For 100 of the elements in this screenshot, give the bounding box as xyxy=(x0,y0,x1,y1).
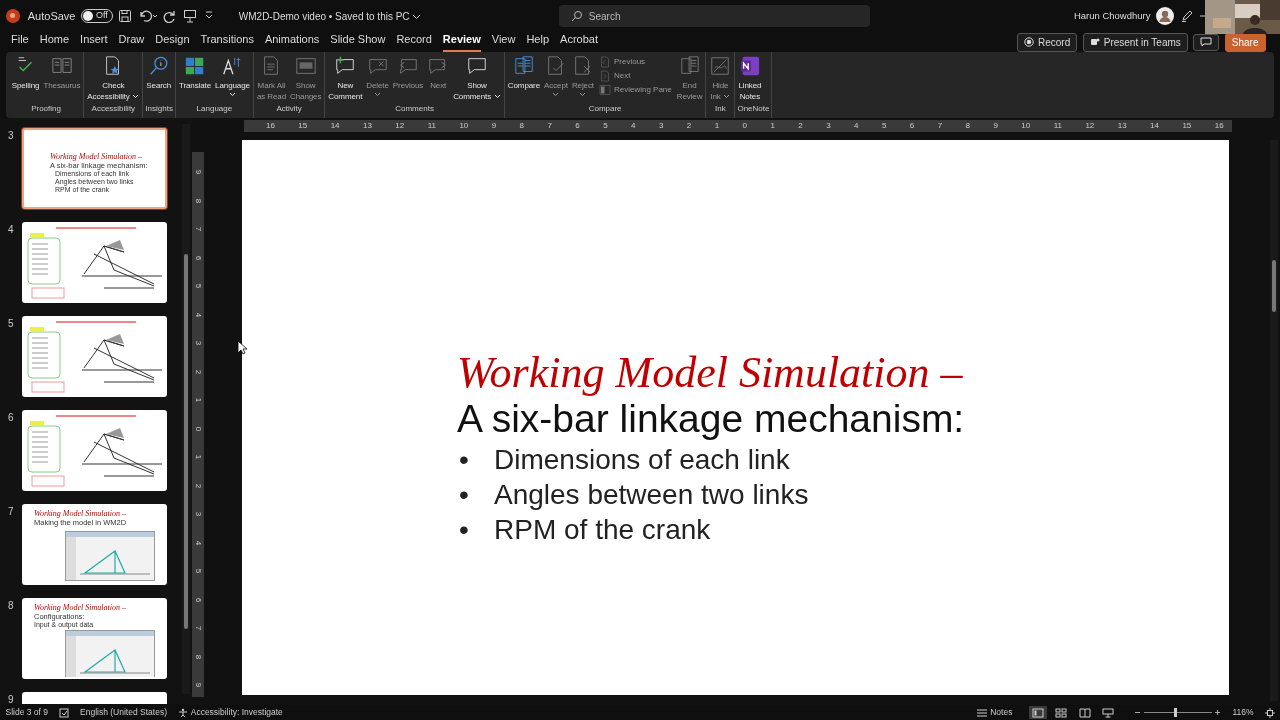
group-label: Accessibility xyxy=(90,103,137,115)
slide-sorter-icon xyxy=(1055,707,1068,718)
ruler-number: 5 xyxy=(194,568,202,574)
previous-change-icon xyxy=(598,56,611,68)
menu-tab[interactable]: Draw xyxy=(118,30,145,52)
autosave-toggle[interactable]: Off xyxy=(80,9,113,23)
ruler-number: 14 xyxy=(330,120,340,132)
ruler-number: 8 xyxy=(194,654,202,659)
redo-icon[interactable] xyxy=(163,9,178,23)
ribbon-button[interactable]: Spelling xyxy=(10,55,41,92)
ruler-number: 2 xyxy=(798,120,803,132)
fit-slide-icon[interactable] xyxy=(1264,707,1275,718)
ruler-number: 15 xyxy=(1182,120,1192,132)
ruler-number: 12 xyxy=(395,120,405,132)
scrollbar[interactable] xyxy=(1270,140,1278,701)
new-comment-icon xyxy=(334,55,357,77)
ribbon-button[interactable]: Search xyxy=(145,55,173,92)
ruler-number: 13 xyxy=(363,120,372,132)
menu-tab[interactable]: Slide Show xyxy=(330,30,386,52)
ruler-number: 7 xyxy=(547,120,552,132)
ruler-number: 4 xyxy=(194,540,202,545)
menu-tab[interactable]: Design xyxy=(155,30,190,52)
app-logo-icon xyxy=(5,9,20,23)
menu-tab[interactable]: Home xyxy=(39,30,70,52)
ruler-number: 6 xyxy=(194,597,202,602)
notes-icon xyxy=(977,708,988,717)
menu-tab[interactable]: Record xyxy=(396,30,432,52)
menu-tab[interactable]: Transitions xyxy=(200,30,254,52)
bullet-mark: • xyxy=(458,513,470,547)
group-label: Ink xyxy=(714,103,727,115)
menu-tab[interactable]: Animations xyxy=(264,30,320,52)
ribbon-button[interactable]: Linked Notes xyxy=(737,55,763,102)
ruler-number: 13 xyxy=(1117,120,1127,132)
avatar-icon[interactable] xyxy=(1156,7,1174,25)
menu-tab[interactable]: Help xyxy=(526,30,550,52)
pen-icon[interactable] xyxy=(1179,9,1194,23)
end-review-icon xyxy=(678,55,701,77)
ruler-number: 8 xyxy=(194,198,202,203)
thumbnail-title: Working Model Simulation – xyxy=(50,152,143,161)
user-name: Harun Chowdhury xyxy=(1073,8,1151,23)
slide-number: 8 xyxy=(8,599,15,613)
slide-subtitle: A six-bar linkage mechanism: xyxy=(457,396,966,442)
ribbon-button[interactable]: Language xyxy=(214,55,251,97)
minus-icon[interactable] xyxy=(1133,709,1141,716)
slide-number: 3 xyxy=(8,129,15,143)
ruler-number: 2 xyxy=(194,369,202,374)
ruler-number: 2 xyxy=(194,483,202,488)
slide-counter: Slide 3 of 9 xyxy=(5,706,49,719)
ruler-number: 10 xyxy=(459,120,469,132)
ribbon-button[interactable]: New Comment xyxy=(327,55,364,102)
plus-icon[interactable] xyxy=(1214,709,1222,716)
search-field[interactable]: Search xyxy=(558,5,870,27)
group-label: Proofing xyxy=(30,103,62,115)
reviewing-pane-icon xyxy=(598,84,611,96)
comments-button[interactable] xyxy=(1193,33,1220,51)
menu-tab[interactable]: File xyxy=(11,30,29,52)
record-button[interactable]: Record xyxy=(1017,32,1078,52)
next-change-icon xyxy=(598,70,611,82)
ribbon-button[interactable]: Compare xyxy=(506,55,541,92)
presentation-icon[interactable] xyxy=(182,9,197,23)
ruler-number: 3 xyxy=(826,120,831,132)
teams-icon xyxy=(1089,37,1100,47)
bullet-text: RPM of the crank xyxy=(494,513,711,547)
ruler-number: 4 xyxy=(194,312,202,317)
slide-number: 5 xyxy=(8,317,15,331)
present-in-teams-button[interactable]: Present in Teams xyxy=(1082,32,1188,52)
view-button[interactable] xyxy=(1028,706,1047,719)
menu-tab[interactable]: View xyxy=(491,30,516,52)
ruler-number: 11 xyxy=(1053,120,1062,132)
ruler-number: 16 xyxy=(266,120,275,132)
menu-tab[interactable]: Insert xyxy=(80,30,108,52)
ribbon-button[interactable]: Translate xyxy=(177,55,213,92)
group-label: Compare xyxy=(587,103,623,115)
ribbon-button[interactable]: Show Comments xyxy=(452,55,502,102)
slider-thumb[interactable] xyxy=(1174,708,1178,717)
ruler-number: 5 xyxy=(603,120,608,132)
ink-icon xyxy=(709,55,732,77)
menu-tab[interactable]: Acrobat xyxy=(560,30,598,52)
ruler-number: 5 xyxy=(194,283,202,289)
onenote-icon xyxy=(738,55,761,77)
save-icon[interactable] xyxy=(118,9,133,23)
ruler-number: 2 xyxy=(686,120,692,132)
language-status[interactable]: English (United States) xyxy=(80,706,167,719)
ribbon-button[interactable]: Check Accessibility xyxy=(86,55,141,102)
group-label: Comments xyxy=(394,103,435,115)
accessibility-status[interactable]: Accessibility: Investigate xyxy=(177,706,283,719)
comment-icon xyxy=(466,55,488,77)
ruler-number: 4 xyxy=(631,120,636,132)
ruler-number: 9 xyxy=(194,682,202,688)
zoom-level[interactable]: 116% xyxy=(1232,706,1254,719)
compare-icon xyxy=(512,55,535,77)
ruler-number: 11 xyxy=(427,120,436,132)
spellcheck-icon[interactable] xyxy=(59,707,70,718)
notes-button[interactable]: Notes xyxy=(977,706,1013,719)
ruler-number: 5 xyxy=(881,120,887,132)
slide-number: 7 xyxy=(8,505,15,519)
scrollbar[interactable] xyxy=(182,124,190,694)
document-title[interactable]: WM2D-Demo video • Saved to this PC xyxy=(232,7,428,25)
ruler-number: 12 xyxy=(1085,120,1095,132)
undo-icon[interactable] xyxy=(137,9,158,23)
